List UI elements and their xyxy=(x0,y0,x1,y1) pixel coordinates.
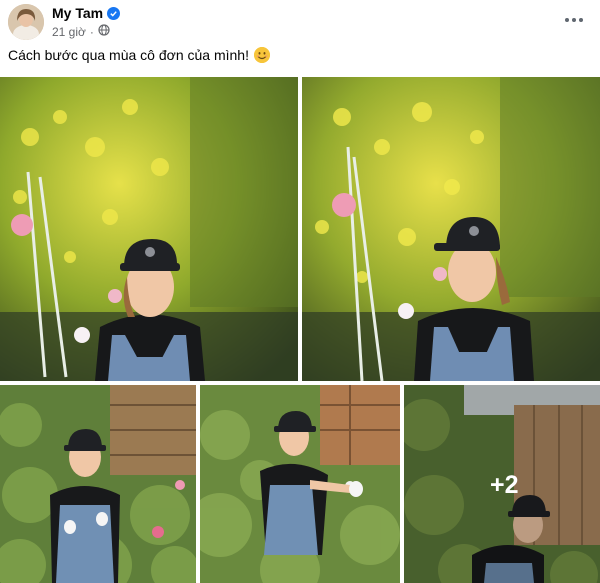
author-name[interactable]: My Tam xyxy=(52,5,103,21)
post-header: My Tam 21 giờ · xyxy=(0,0,600,44)
post-caption: Cách bước qua mùa cô đơn của mình! xyxy=(8,47,270,63)
post-photo-3[interactable] xyxy=(0,385,196,583)
more-photos-count[interactable]: +2 xyxy=(490,471,519,500)
post-photo-5[interactable]: +2 xyxy=(404,385,600,583)
post-photo-4[interactable] xyxy=(200,385,400,583)
post-timestamp[interactable]: 21 giờ xyxy=(52,25,86,39)
verified-badge-icon xyxy=(107,6,121,20)
more-options-button[interactable] xyxy=(562,10,586,30)
author-avatar[interactable] xyxy=(8,4,44,40)
more-horizontal-icon xyxy=(565,18,569,22)
caption-text: Cách bước qua mùa cô đơn của mình! xyxy=(8,47,249,63)
smiling-face-emoji-icon xyxy=(253,47,270,63)
dot-separator: · xyxy=(89,24,94,39)
post-photo-1[interactable] xyxy=(0,77,298,381)
globe-icon xyxy=(98,24,110,39)
post-photo-2[interactable] xyxy=(302,77,600,381)
